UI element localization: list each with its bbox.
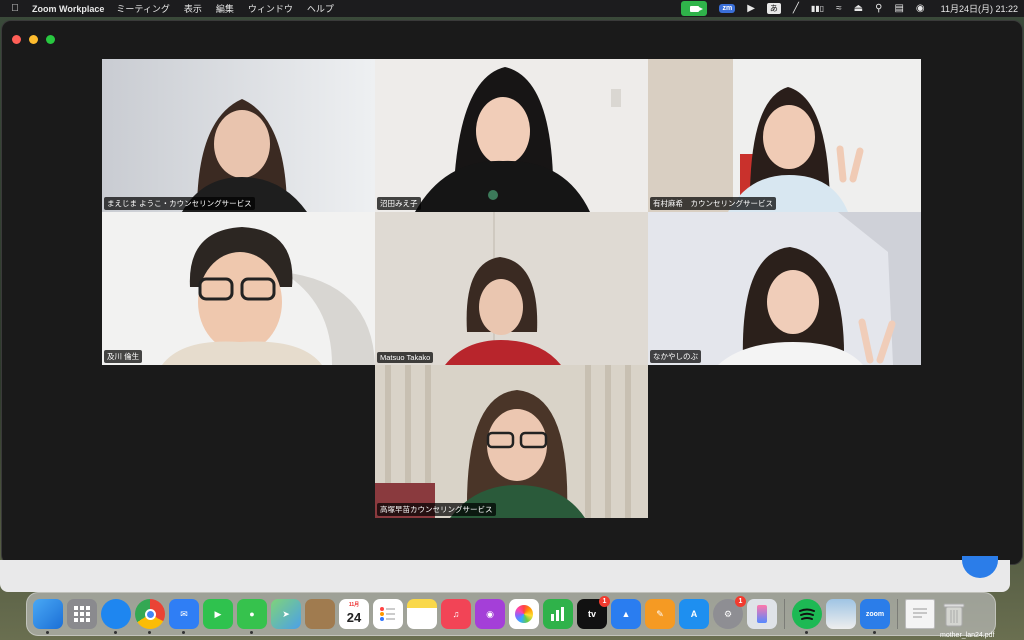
dock: ✉ ▶ ● ➤ 11月 24 ♫ ◉ tv 1 ▲ ✎ A ⚙ 1 zoom	[26, 592, 996, 636]
app-store-icon[interactable]: A	[679, 599, 709, 629]
finder-icon[interactable]	[33, 599, 63, 634]
safari-icon[interactable]	[101, 599, 131, 634]
participant-name-label: 沼田みえ子	[377, 197, 421, 210]
menu-edit[interactable]: 編集	[216, 2, 234, 15]
calendar-month: 11月	[348, 602, 360, 608]
facetime-icon[interactable]: ▶	[203, 599, 233, 629]
video-tile-participant-6[interactable]: なかやしのぶ	[648, 212, 921, 365]
menu-view[interactable]: 表示	[184, 2, 202, 15]
video-tile-participant-2[interactable]: 沼田みえ子	[375, 59, 648, 212]
numbers-icon[interactable]	[543, 599, 573, 629]
preview-icon[interactable]	[826, 599, 856, 629]
app-menu-zoom[interactable]: Zoom Workplace	[32, 4, 104, 14]
pen-icon[interactable]: ╱	[793, 3, 799, 14]
video-tile-participant-5[interactable]: Matsuo Takako	[375, 212, 648, 365]
photos-icon[interactable]	[509, 599, 539, 629]
participant-name-label: 及川 倫生	[104, 350, 143, 363]
participant-video-feed	[375, 212, 648, 365]
apple-tv-label: tv	[587, 609, 596, 619]
minimize-window-button[interactable]	[29, 35, 38, 44]
participant-video-feed	[648, 59, 921, 212]
mail-icon[interactable]: ✉	[169, 599, 199, 634]
apple-tv-icon[interactable]: tv 1	[577, 596, 610, 629]
zoom-video-status-icon[interactable]	[681, 1, 708, 16]
spotify-icon[interactable]	[792, 599, 822, 634]
dock-separator	[897, 599, 898, 629]
calendar-icon[interactable]: 11月 24	[339, 599, 369, 629]
notification-badge: 1	[599, 596, 610, 607]
trash-can-icon	[943, 603, 965, 627]
chrome-icon[interactable]	[135, 599, 165, 634]
background-window-edge	[0, 560, 1010, 592]
trash-icon[interactable]	[939, 599, 969, 629]
list-icon	[380, 607, 395, 621]
participant-name-label: 有村麻希 カウンセリングサービス	[650, 197, 776, 210]
music-icon[interactable]: ♫	[441, 599, 471, 629]
reminders-icon[interactable]	[373, 599, 403, 629]
wifi-icon[interactable]: ≈	[836, 3, 842, 14]
menu-meeting[interactable]: ミーティング	[116, 2, 169, 15]
participant-video-feed	[648, 212, 921, 365]
apple-menu-icon[interactable]: 	[6, 3, 24, 14]
messages-icon[interactable]: ●	[237, 599, 267, 634]
grid-icon	[74, 606, 90, 622]
iphone-mirroring-icon[interactable]	[747, 599, 777, 629]
participant-video-feed	[102, 212, 375, 365]
close-window-button[interactable]	[12, 35, 21, 44]
zm-icon[interactable]: zm	[719, 4, 736, 13]
calendar-day: 24	[346, 609, 362, 625]
participant-video-feed	[375, 365, 648, 518]
sound-waves-icon	[799, 608, 815, 620]
participant-name-label: 高塚早苗カウンセリングサービス	[377, 503, 496, 516]
menu-window[interactable]: ウィンドウ	[248, 2, 293, 15]
window-controls	[12, 35, 55, 44]
video-tile-participant-4[interactable]: 及川 倫生	[102, 212, 375, 365]
participant-name-label: なかやしのぶ	[650, 350, 701, 363]
battery-icon[interactable]: ▮▮▯	[811, 4, 824, 13]
zoom-meeting-window: まえじま ようこ・カウンセリングサービス 沼田みえ子 有村麻希 カウンセリングサ…	[2, 21, 1022, 564]
video-tile-participant-1[interactable]: まえじま ようこ・カウンセリングサービス	[102, 59, 375, 212]
participant-name-label: Matsuo Takako	[377, 352, 434, 363]
fullscreen-window-button[interactable]	[46, 35, 55, 44]
siri-icon[interactable]: ◉	[916, 3, 925, 14]
bar-chart-icon	[551, 607, 564, 621]
dock-separator	[784, 599, 785, 629]
system-settings-icon[interactable]: ⚙ 1	[713, 596, 746, 629]
zoom-app-label: zoom	[865, 610, 885, 618]
menubar-clock[interactable]: 11月24日(月) 21:22	[941, 2, 1018, 15]
podcasts-icon[interactable]: ◉	[475, 599, 505, 629]
notification-badge: 1	[735, 596, 746, 607]
control-center-icon[interactable]: ▤	[894, 3, 903, 14]
downloads-stack-icon[interactable]	[905, 599, 935, 629]
input-method-icon[interactable]: あ	[766, 3, 781, 14]
participant-video-feed	[102, 59, 375, 212]
photo-booth-icon[interactable]	[305, 599, 335, 629]
spotlight-search-icon[interactable]: ⚲	[875, 3, 882, 14]
pages-icon[interactable]: ✎	[645, 599, 675, 629]
participant-name-label: まえじま ようこ・カウンセリングサービス	[104, 197, 255, 210]
downloads-file-label: mother_lan24.pdf	[940, 632, 995, 639]
maps-icon[interactable]: ➤	[271, 599, 301, 629]
play-icon[interactable]: ▶	[747, 3, 755, 14]
notes-icon[interactable]	[407, 599, 437, 629]
zoom-app-icon[interactable]: zoom	[860, 599, 890, 634]
menu-help[interactable]: ヘルプ	[307, 2, 334, 15]
menu-bar:  Zoom Workplace ミーティング 表示 編集 ウィンドウ ヘルプ …	[0, 0, 1024, 17]
document-icon	[913, 608, 927, 618]
launchpad-icon[interactable]	[67, 599, 97, 629]
eject-icon[interactable]: ⏏	[854, 3, 863, 14]
keynote-icon[interactable]: ▲	[611, 599, 641, 629]
video-tile-participant-7[interactable]: 高塚早苗カウンセリングサービス	[375, 365, 648, 518]
participant-video-feed	[375, 59, 648, 212]
video-tile-participant-3[interactable]: 有村麻希 カウンセリングサービス	[648, 59, 921, 212]
